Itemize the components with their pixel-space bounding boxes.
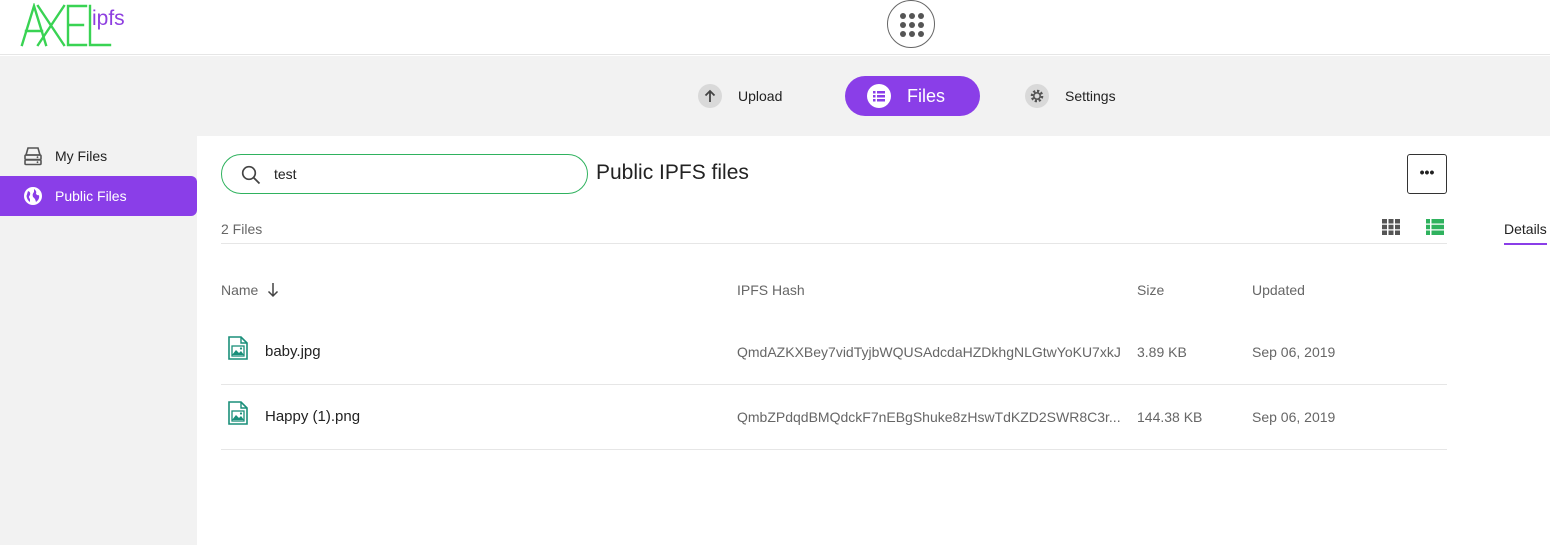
main-nav: Upload Files Settings — [0, 56, 1550, 136]
file-ipfs-hash: QmdAZKXBey7vidTyjbWQUSAdcdaHZDkhgNLGtwYo… — [737, 344, 1121, 360]
file-name[interactable]: baby.jpg — [265, 343, 321, 360]
table-row[interactable]: baby.jpg QmdAZKXBey7vidTyjbWQUSAdcdaHZDk… — [221, 320, 1447, 385]
file-size: 144.38 KB — [1137, 409, 1203, 425]
page-title: Public IPFS files — [596, 161, 749, 184]
column-header-size[interactable]: Size — [1137, 282, 1164, 298]
logo-product-text: ipfs — [92, 7, 125, 30]
nav-upload-label: Upload — [738, 88, 783, 104]
globe-icon — [22, 185, 44, 207]
sidebar-item-public-files[interactable]: Public Files — [0, 176, 197, 216]
image-file-icon — [228, 401, 248, 425]
image-file-icon — [228, 336, 248, 360]
file-size: 3.89 KB — [1137, 344, 1187, 360]
apps-grid-icon — [900, 13, 924, 37]
file-updated: Sep 06, 2019 — [1252, 344, 1336, 360]
nav-settings[interactable]: Settings — [1025, 76, 1116, 116]
file-updated: Sep 06, 2019 — [1252, 409, 1336, 425]
files-list-icon — [867, 84, 891, 108]
column-header-name[interactable]: Name — [221, 282, 279, 298]
table-row[interactable]: Happy (1).png QmbZPdqdBMQdckF7nEBgShuke8… — [221, 385, 1447, 450]
column-header-ipfs-hash[interactable]: IPFS Hash — [737, 282, 805, 298]
column-header-updated[interactable]: Updated — [1252, 282, 1305, 298]
search-box[interactable] — [221, 154, 588, 194]
sidebar-item-label: Public Files — [55, 188, 127, 204]
sidebar: My Files Public Files — [0, 136, 197, 545]
top-bar: ipfs — [0, 0, 1550, 55]
search-icon — [241, 165, 261, 185]
file-name[interactable]: Happy (1).png — [265, 408, 360, 425]
sidebar-item-label: My Files — [55, 148, 108, 164]
sort-down-arrow-icon — [268, 283, 279, 298]
tab-details[interactable]: Details — [1504, 221, 1547, 245]
nav-files[interactable]: Files — [845, 76, 980, 116]
apps-menu-button[interactable] — [887, 0, 935, 48]
nav-files-label: Files — [907, 85, 946, 106]
upload-arrow-icon — [698, 84, 722, 108]
nav-settings-label: Settings — [1065, 88, 1116, 104]
gear-icon — [1025, 84, 1049, 108]
list-view-icon[interactable] — [1426, 219, 1444, 235]
nav-upload[interactable]: Upload — [698, 76, 782, 116]
search-input[interactable] — [274, 163, 574, 185]
column-header-label: Name — [221, 282, 259, 298]
more-options-button[interactable]: ••• — [1407, 154, 1447, 194]
divider — [221, 243, 1447, 244]
sidebar-item-my-files[interactable]: My Files — [0, 136, 197, 176]
drive-stack-icon — [22, 145, 44, 167]
grid-view-icon[interactable] — [1382, 219, 1400, 235]
file-ipfs-hash: QmbZPdqdBMQdckF7nEBgShuke8zHswTdKZD2SWR8… — [737, 409, 1121, 425]
file-count: 2 Files — [221, 221, 263, 237]
